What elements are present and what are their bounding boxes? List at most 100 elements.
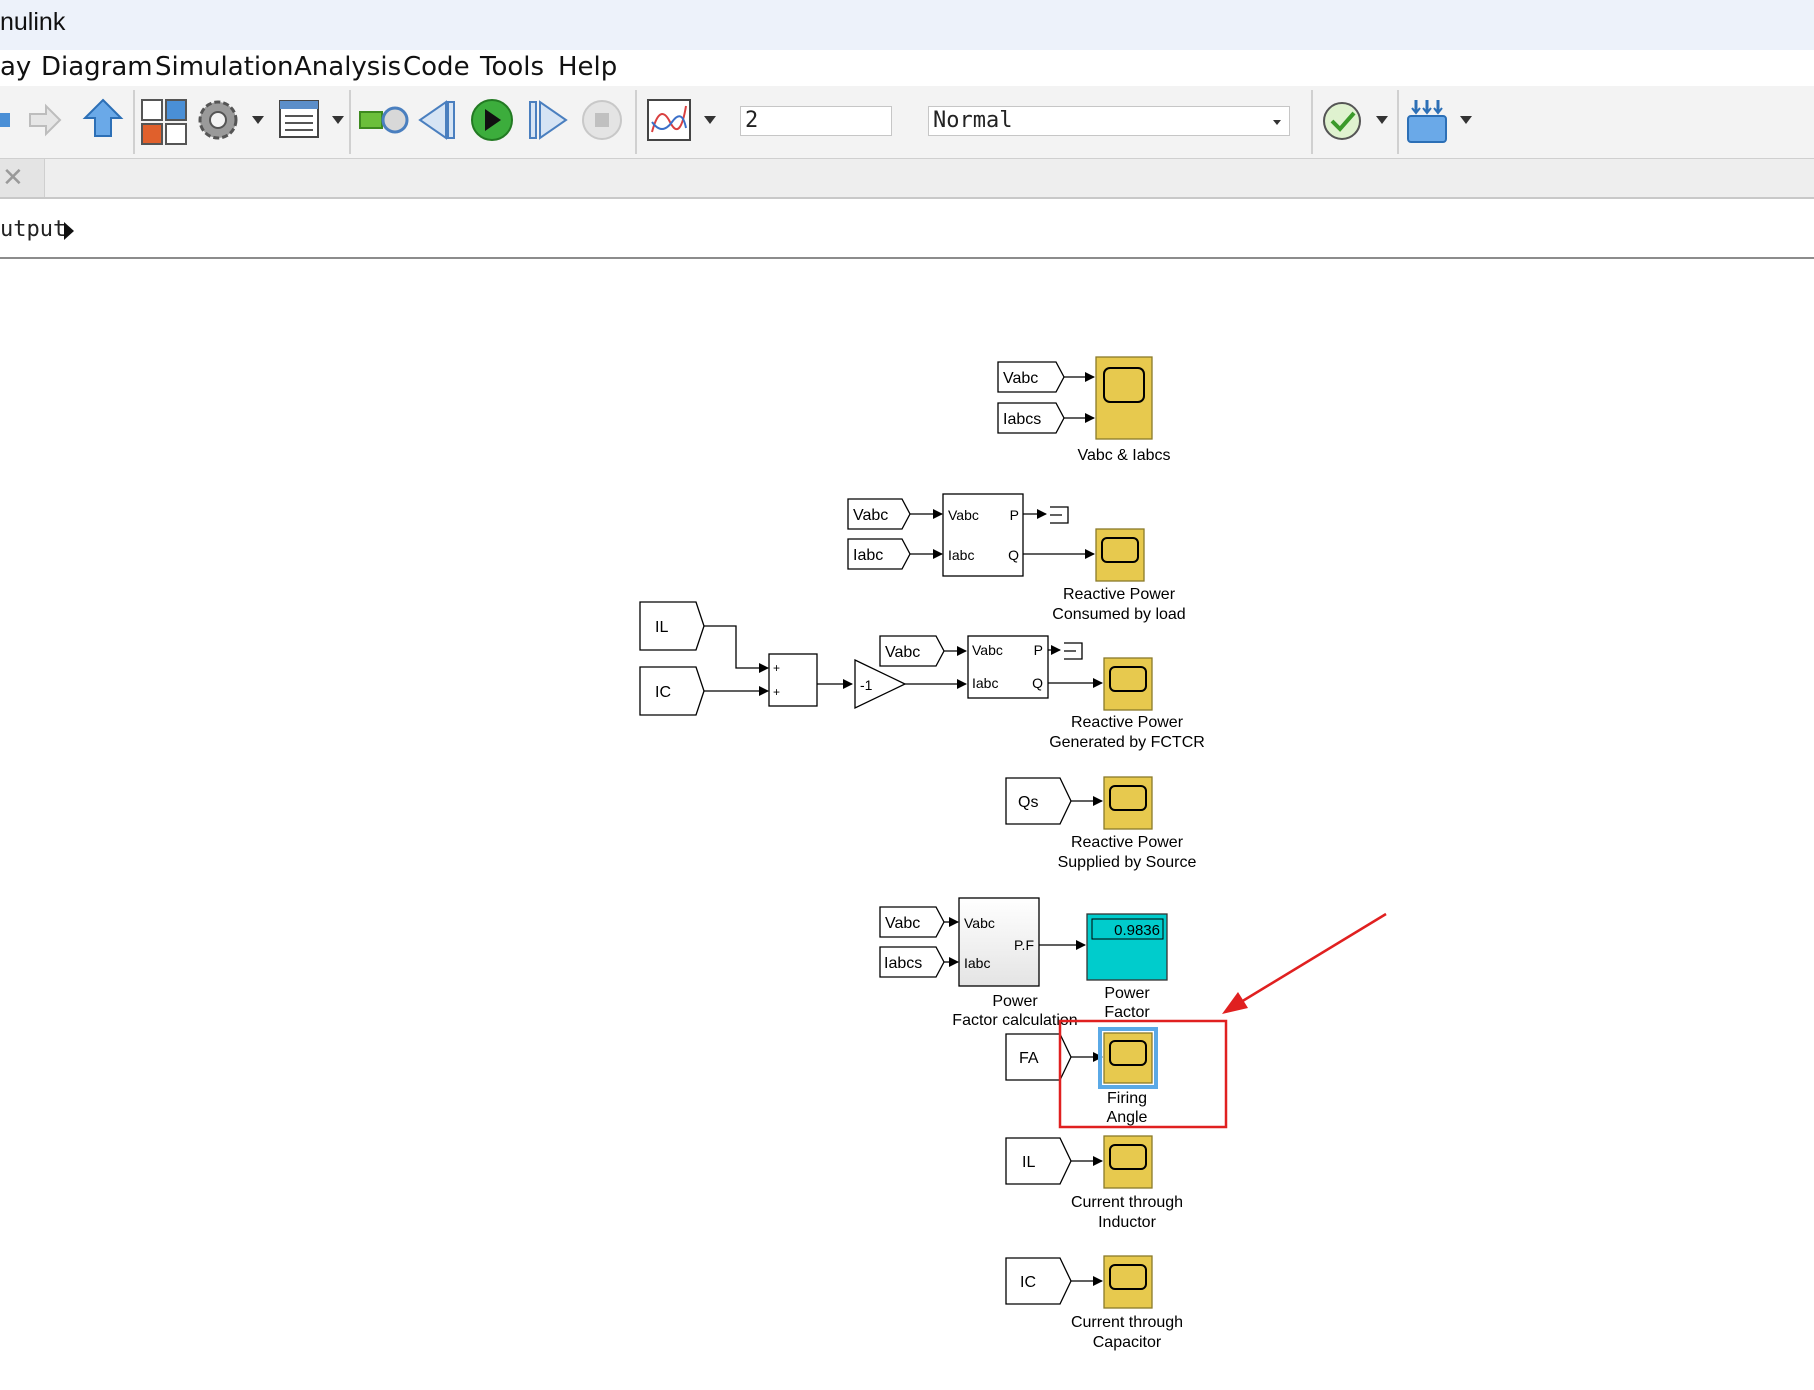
goto-from-qs[interactable]: Qs bbox=[1005, 777, 1072, 825]
goto-from-iabcs[interactable]: Iabcs bbox=[997, 402, 1065, 434]
chevron-down-icon bbox=[1273, 120, 1281, 125]
sum-block[interactable]: + + bbox=[768, 653, 818, 707]
model-tab[interactable]: ✕ bbox=[0, 159, 45, 197]
toolbar: 2 Normal bbox=[0, 86, 1814, 159]
scope-data-icon[interactable] bbox=[647, 99, 691, 141]
port-label: Vabc bbox=[964, 915, 995, 931]
from-label: Iabc bbox=[853, 547, 883, 564]
menu-simulation[interactable]: Simulation bbox=[155, 52, 294, 82]
gain-value: -1 bbox=[860, 677, 873, 693]
from-label: Vabc bbox=[1003, 370, 1038, 387]
port-label: Q bbox=[1032, 675, 1043, 691]
window-titlebar: nulink bbox=[0, 0, 1814, 50]
window-title: nulink bbox=[0, 8, 66, 36]
step-forward-icon[interactable] bbox=[529, 100, 568, 140]
menu-display[interactable]: ay bbox=[0, 52, 31, 82]
scope-label: Capacitor bbox=[1093, 1334, 1162, 1351]
settings-icon[interactable] bbox=[198, 100, 238, 140]
port-label: P bbox=[1010, 507, 1019, 523]
from-label: Iabcs bbox=[884, 955, 922, 972]
scope-label: Inductor bbox=[1098, 1214, 1156, 1231]
port-label: Vabc bbox=[948, 507, 979, 523]
from-label: Vabc bbox=[853, 507, 888, 524]
scope-label: Reactive Power bbox=[1071, 834, 1184, 851]
scope-reactive-generated[interactable] bbox=[1103, 657, 1153, 711]
build-icon[interactable] bbox=[1407, 100, 1447, 143]
menu-tools[interactable]: Tools bbox=[480, 52, 544, 82]
settings-dropdown-icon[interactable] bbox=[252, 116, 264, 124]
library-browser-icon[interactable] bbox=[141, 99, 187, 145]
goto-from-vabc[interactable]: Vabc bbox=[847, 498, 911, 530]
power-factor-block[interactable]: Vabc Iabc P.F bbox=[958, 897, 1040, 987]
port-label: P bbox=[1034, 642, 1043, 658]
goto-from-vabc[interactable]: Vabc bbox=[879, 635, 945, 667]
goto-from-iabc[interactable]: Iabc bbox=[847, 538, 911, 570]
model-canvas[interactable]: Vabc Iabcs Vabc & Iabcs Vabc Iabc Vabc I… bbox=[0, 259, 1814, 1390]
goto-from-il[interactable]: IL bbox=[1005, 1137, 1072, 1185]
scope-reactive-consumed[interactable] bbox=[1095, 528, 1145, 582]
pq-measurement-block[interactable]: Vabc Iabc P Q bbox=[967, 635, 1049, 699]
menu-analysis[interactable]: Analysis bbox=[294, 52, 401, 82]
scope-current-inductor[interactable] bbox=[1103, 1135, 1153, 1189]
model-explorer-dropdown-icon[interactable] bbox=[332, 116, 344, 124]
breadcrumb: utput bbox=[0, 203, 1814, 259]
scope-label: Current through bbox=[1071, 1194, 1183, 1211]
loop-icon[interactable] bbox=[359, 106, 409, 134]
scope-label: Angle bbox=[1107, 1109, 1148, 1126]
pq-measurement-block[interactable]: Vabc Iabc P Q bbox=[942, 493, 1024, 577]
port-label: Q bbox=[1008, 547, 1019, 563]
terminator-block[interactable] bbox=[1064, 642, 1083, 660]
check-dropdown-icon[interactable] bbox=[1376, 116, 1388, 124]
from-label: IC bbox=[655, 684, 671, 701]
sim-mode-value: Normal bbox=[933, 108, 1013, 133]
scope-vabc-iabcs[interactable] bbox=[1095, 356, 1153, 440]
block-label: Factor bbox=[1104, 1004, 1150, 1021]
goto-from-ic[interactable]: IC bbox=[1005, 1257, 1072, 1305]
goto-from-il[interactable]: IL bbox=[639, 601, 705, 651]
from-label: Vabc bbox=[885, 915, 920, 932]
close-icon[interactable]: ✕ bbox=[2, 162, 24, 192]
port-label: Iabc bbox=[948, 547, 974, 563]
goto-from-vabc[interactable]: Vabc bbox=[997, 361, 1065, 393]
scope-current-capacitor[interactable] bbox=[1103, 1255, 1153, 1309]
scope-label: Supplied by Source bbox=[1058, 854, 1197, 871]
sum-sign: + bbox=[773, 685, 780, 699]
menu-diagram[interactable]: Diagram bbox=[41, 52, 153, 82]
build-dropdown-icon[interactable] bbox=[1460, 116, 1472, 124]
terminator-block[interactable] bbox=[1050, 506, 1069, 524]
port-label: Iabc bbox=[964, 955, 990, 971]
model-explorer-icon[interactable] bbox=[279, 100, 319, 138]
menu-help[interactable]: Help bbox=[558, 52, 617, 82]
from-label: Qs bbox=[1018, 794, 1038, 811]
gain-block[interactable]: -1 bbox=[854, 658, 907, 710]
scope-firing-angle[interactable] bbox=[1098, 1027, 1158, 1089]
stop-icon[interactable] bbox=[582, 100, 622, 140]
port-label: Vabc bbox=[972, 642, 1003, 658]
display-block[interactable]: 0.9836 bbox=[1086, 913, 1168, 981]
forward-icon[interactable] bbox=[29, 103, 62, 137]
menu-code[interactable]: Code bbox=[403, 52, 470, 82]
back-icon[interactable] bbox=[0, 113, 10, 127]
from-label: IL bbox=[1022, 1154, 1035, 1171]
up-icon[interactable] bbox=[82, 98, 124, 137]
run-icon[interactable] bbox=[471, 99, 513, 141]
scope-reactive-supplied[interactable] bbox=[1103, 776, 1153, 830]
port-label: P.F bbox=[1014, 937, 1034, 953]
sim-mode-select[interactable]: Normal bbox=[928, 106, 1290, 136]
scope-label: Current through bbox=[1071, 1314, 1183, 1331]
step-back-icon[interactable] bbox=[418, 100, 455, 140]
stop-time-input[interactable]: 2 bbox=[740, 106, 892, 136]
scope-dropdown-icon[interactable] bbox=[704, 116, 716, 124]
breadcrumb-arrow-icon[interactable] bbox=[64, 222, 74, 240]
goto-from-vabc[interactable]: Vabc bbox=[879, 906, 945, 938]
scope-label: Consumed by load bbox=[1052, 606, 1185, 623]
goto-from-iabcs[interactable]: Iabcs bbox=[879, 946, 945, 978]
tab-row: ✕ bbox=[0, 159, 1814, 199]
check-icon[interactable] bbox=[1323, 102, 1361, 140]
sum-sign: + bbox=[773, 661, 780, 675]
scope-label: Reactive Power bbox=[1071, 714, 1184, 731]
goto-from-ic[interactable]: IC bbox=[639, 666, 705, 716]
scope-label: Vabc & Iabcs bbox=[1077, 447, 1170, 464]
breadcrumb-item[interactable]: utput bbox=[0, 217, 66, 242]
scope-label: Firing bbox=[1107, 1090, 1147, 1107]
